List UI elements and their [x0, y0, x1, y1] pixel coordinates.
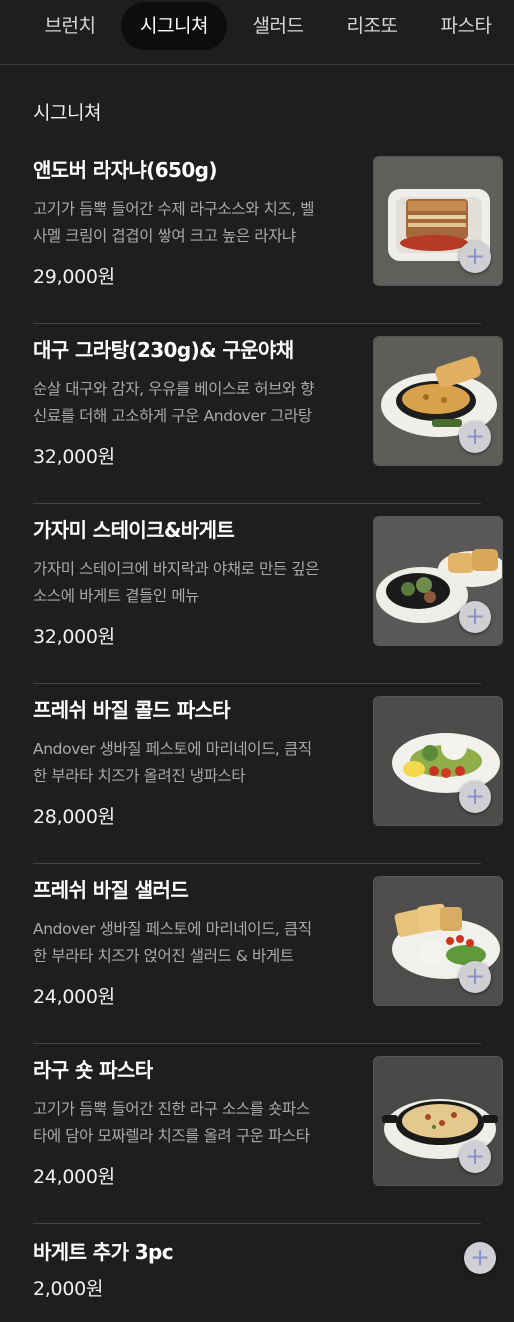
add-to-cart-button[interactable]: +	[459, 1141, 491, 1173]
item-description: 가자미 스테이크에 바지락과 야채로 만든 깊은 소스에 바게트 곁들인 메뉴	[33, 560, 319, 605]
item-price: 32,000원	[33, 626, 115, 648]
menu-item[interactable]: 바게트 추가 3pc 2,000원 +	[33, 1212, 505, 1322]
add-to-cart-button[interactable]: +	[464, 1242, 496, 1274]
menu-item[interactable]: 가자미 스테이크&바게트 가자미 스테이크에 바지락과 야채로 만든 깊은 소스…	[33, 504, 505, 684]
tab-brunch[interactable]: 브런치	[29, 2, 111, 50]
plus-icon: +	[464, 242, 486, 270]
menu-item[interactable]: 프레쉬 바질 콜드 파스타 Andover 생바질 페스토에 마리네이드, 큼직…	[33, 684, 505, 864]
add-to-cart-button[interactable]: +	[459, 421, 491, 453]
item-name: 바게트 추가 3pc	[33, 1240, 174, 1264]
item-name: 가자미 스테이크&바게트	[33, 518, 235, 542]
menu-item[interactable]: 프레쉬 바질 샐러드 Andover 생바질 페스토에 마리네이드, 큼직 한 …	[33, 864, 505, 1044]
plus-icon: +	[464, 422, 486, 450]
tab-pasta[interactable]: 파스타	[425, 2, 507, 50]
item-description: 고기가 듬뿍 들어간 수제 라구소스와 치즈, 벨 사멜 크림이 겹겹이 쌓여 …	[33, 200, 315, 245]
plus-icon: +	[469, 1243, 491, 1271]
category-tab-bar: 브런치 시그니쳐 샐러드 리조또 파스타	[0, 0, 514, 65]
item-name: 라구 숏 파스타	[33, 1058, 153, 1082]
item-description: 순살 대구와 감자, 우유를 베이스로 허브와 향 신료를 더해 고소하게 구운…	[33, 380, 315, 425]
item-price: 29,000원	[33, 266, 115, 288]
add-to-cart-button[interactable]: +	[459, 601, 491, 633]
item-name: 대구 그라탕(230g)& 구운야채	[33, 338, 294, 362]
item-price: 24,000원	[33, 986, 115, 1008]
menu-item[interactable]: 대구 그라탕(230g)& 구운야채 순살 대구와 감자, 우유를 베이스로 허…	[33, 324, 505, 504]
menu-item[interactable]: 앤도버 라자냐(650g) 고기가 듬뿍 들어간 수제 라구소스와 치즈, 벨 …	[33, 144, 505, 324]
item-price: 32,000원	[33, 446, 115, 468]
item-name: 앤도버 라자냐(650g)	[33, 158, 218, 182]
item-price: 28,000원	[33, 806, 115, 828]
tab-signature[interactable]: 시그니쳐	[121, 2, 227, 50]
item-description: Andover 생바질 페스토에 마리네이드, 큼직 한 부라타 치즈가 얹어진…	[33, 920, 312, 965]
tab-risotto[interactable]: 리조또	[331, 2, 413, 50]
tab-salad[interactable]: 샐러드	[237, 2, 319, 50]
item-price: 24,000원	[33, 1166, 115, 1188]
item-name: 프레쉬 바질 콜드 파스타	[33, 698, 231, 722]
section-title: 시그니쳐	[33, 102, 101, 124]
item-description: Andover 생바질 페스토에 마리네이드, 큼직 한 부라타 치즈가 올려진…	[33, 740, 312, 785]
plus-icon: +	[464, 602, 486, 630]
item-name: 프레쉬 바질 샐러드	[33, 878, 189, 902]
add-to-cart-button[interactable]: +	[459, 781, 491, 813]
add-to-cart-button[interactable]: +	[459, 961, 491, 993]
plus-icon: +	[464, 782, 486, 810]
add-to-cart-button[interactable]: +	[459, 241, 491, 273]
plus-icon: +	[464, 962, 486, 990]
item-description: 고기가 듬뿍 들어간 진한 라구 소스를 숏파스 타에 담아 모짜렐라 치즈를 …	[33, 1100, 310, 1145]
menu-item[interactable]: 라구 숏 파스타 고기가 듬뿍 들어간 진한 라구 소스를 숏파스 타에 담아 …	[33, 1044, 505, 1224]
plus-icon: +	[464, 1142, 486, 1170]
item-price: 2,000원	[33, 1278, 104, 1300]
